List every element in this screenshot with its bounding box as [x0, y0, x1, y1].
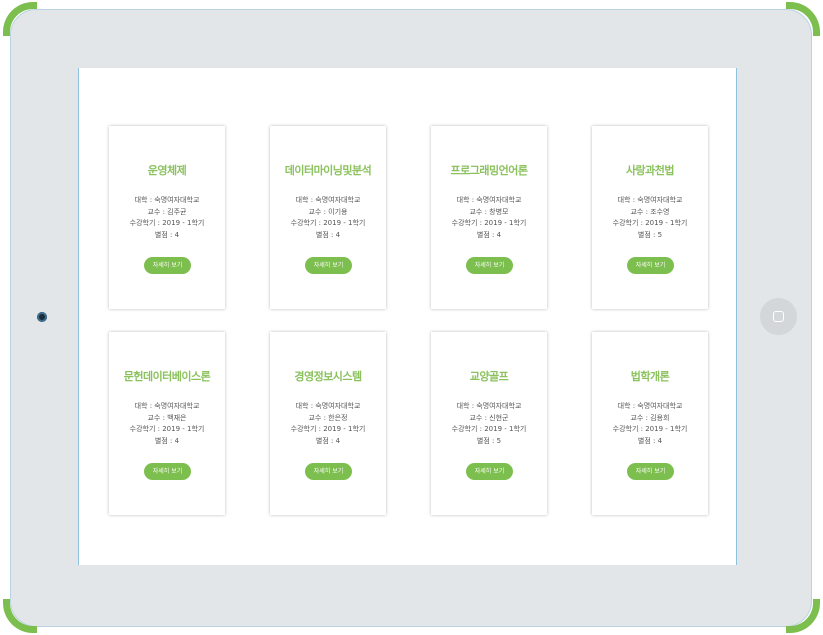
course-semester: 수강학기 : 2019 - 1학기 — [451, 219, 527, 227]
course-card: 문헌데이터베이스론 대학 : 숙명여자대학교 교수 : 백재은 수강학기 : 2… — [109, 332, 225, 515]
course-rating: 별점 : 5 — [476, 436, 502, 445]
tablet-mockup: 운영체제 대학 : 숙명여자대학교 교수 : 김주균 수강학기 : 2019 -… — [0, 0, 823, 635]
course-rating: 별점 : 5 — [637, 230, 663, 239]
course-professor: 교수 : 김주균 — [147, 207, 187, 216]
course-title: 경영정보시스템 — [294, 370, 362, 383]
course-card: 프로그래밍언어론 대학 : 숙명여자대학교 교수 : 창병모 수강학기 : 20… — [431, 126, 547, 309]
corner-bumper-bottom-left — [3, 599, 37, 633]
course-rating: 별점 : 4 — [154, 230, 180, 239]
camera-icon — [37, 312, 47, 322]
course-semester: 수강학기 : 2019 - 1학기 — [290, 219, 366, 227]
course-card: 법학개론 대학 : 숙명여자대학교 교수 : 김용희 수강학기 : 2019 -… — [592, 332, 708, 515]
view-details-button[interactable]: 자세히 보기 — [305, 257, 352, 274]
course-info: 대학 : 숙명여자대학교 교수 : 백재은 수강학기 : 2019 - 1학기 … — [109, 401, 225, 447]
course-semester: 수강학기 : 2019 - 1학기 — [612, 425, 688, 433]
course-professor: 교수 : 창병모 — [469, 207, 509, 216]
course-info: 대학 : 숙명여자대학교 교수 : 한은정 수강학기 : 2019 - 1학기 … — [270, 401, 386, 447]
course-semester: 수강학기 : 2019 - 1학기 — [451, 425, 527, 433]
course-professor: 교수 : 신현군 — [469, 413, 509, 422]
course-university: 대학 : 숙명여자대학교 — [617, 402, 683, 410]
corner-bumper-top-left — [3, 2, 37, 36]
course-card: 경영정보시스템 대학 : 숙명여자대학교 교수 : 한은정 수강학기 : 201… — [270, 332, 386, 515]
course-rating: 별점 : 4 — [476, 230, 502, 239]
course-professor: 교수 : 한은정 — [308, 413, 348, 422]
view-details-button[interactable]: 자세히 보기 — [305, 463, 352, 480]
course-professor: 교수 : 김용희 — [630, 413, 670, 422]
course-title: 운영체제 — [147, 164, 187, 177]
course-card: 데이터마이닝및분석 대학 : 숙명여자대학교 교수 : 이기용 수강학기 : 2… — [270, 126, 386, 309]
corner-bumper-bottom-right — [786, 599, 820, 633]
course-semester: 수강학기 : 2019 - 1학기 — [129, 219, 205, 227]
course-university: 대학 : 숙명여자대학교 — [456, 196, 522, 204]
course-card: 사랑과천법 대학 : 숙명여자대학교 교수 : 조수영 수강학기 : 2019 … — [592, 126, 708, 309]
course-card: 교양골프 대학 : 숙명여자대학교 교수 : 신현군 수강학기 : 2019 -… — [431, 332, 547, 515]
course-professor: 교수 : 이기용 — [308, 207, 348, 216]
course-semester: 수강학기 : 2019 - 1학기 — [290, 425, 366, 433]
course-university: 대학 : 숙명여자대학교 — [456, 402, 522, 410]
course-card: 운영체제 대학 : 숙명여자대학교 교수 : 김주균 수강학기 : 2019 -… — [109, 126, 225, 309]
home-button[interactable] — [760, 298, 797, 335]
view-details-button[interactable]: 자세히 보기 — [627, 257, 674, 274]
course-rating: 별점 : 4 — [154, 436, 180, 445]
course-title: 데이터마이닝및분석 — [284, 164, 372, 177]
view-details-button[interactable]: 자세히 보기 — [466, 463, 513, 480]
course-professor: 교수 : 백재은 — [147, 413, 187, 422]
course-info: 대학 : 숙명여자대학교 교수 : 이기용 수강학기 : 2019 - 1학기 … — [270, 195, 386, 241]
course-rating: 별점 : 4 — [315, 230, 341, 239]
view-details-button[interactable]: 자세히 보기 — [144, 463, 191, 480]
course-info: 대학 : 숙명여자대학교 교수 : 창병모 수강학기 : 2019 - 1학기 … — [431, 195, 547, 241]
course-professor: 교수 : 조수영 — [630, 207, 670, 216]
view-details-button[interactable]: 자세히 보기 — [466, 257, 513, 274]
view-details-button[interactable]: 자세히 보기 — [627, 463, 674, 480]
course-title: 사랑과천법 — [625, 164, 675, 177]
course-university: 대학 : 숙명여자대학교 — [134, 402, 200, 410]
course-semester: 수강학기 : 2019 - 1학기 — [612, 219, 688, 227]
course-rating: 별점 : 4 — [637, 436, 663, 445]
course-title: 교양골프 — [469, 370, 509, 383]
course-rating: 별점 : 4 — [315, 436, 341, 445]
course-title: 프로그래밍언어론 — [450, 164, 528, 177]
course-semester: 수강학기 : 2019 - 1학기 — [129, 425, 205, 433]
home-button-icon — [773, 311, 784, 322]
view-details-button[interactable]: 자세히 보기 — [144, 257, 191, 274]
course-info: 대학 : 숙명여자대학교 교수 : 김용희 수강학기 : 2019 - 1학기 … — [592, 401, 708, 447]
course-info: 대학 : 숙명여자대학교 교수 : 김주균 수강학기 : 2019 - 1학기 … — [109, 195, 225, 241]
tablet-screen: 운영체제 대학 : 숙명여자대학교 교수 : 김주균 수강학기 : 2019 -… — [78, 68, 737, 565]
course-university: 대학 : 숙명여자대학교 — [617, 196, 683, 204]
course-university: 대학 : 숙명여자대학교 — [295, 402, 361, 410]
course-university: 대학 : 숙명여자대학교 — [134, 196, 200, 204]
course-info: 대학 : 숙명여자대학교 교수 : 조수영 수강학기 : 2019 - 1학기 … — [592, 195, 708, 241]
course-info: 대학 : 숙명여자대학교 교수 : 신현군 수강학기 : 2019 - 1학기 … — [431, 401, 547, 447]
course-title: 법학개론 — [630, 370, 670, 383]
course-title: 문헌데이터베이스론 — [123, 370, 211, 383]
corner-bumper-top-right — [786, 2, 820, 36]
course-university: 대학 : 숙명여자대학교 — [295, 196, 361, 204]
